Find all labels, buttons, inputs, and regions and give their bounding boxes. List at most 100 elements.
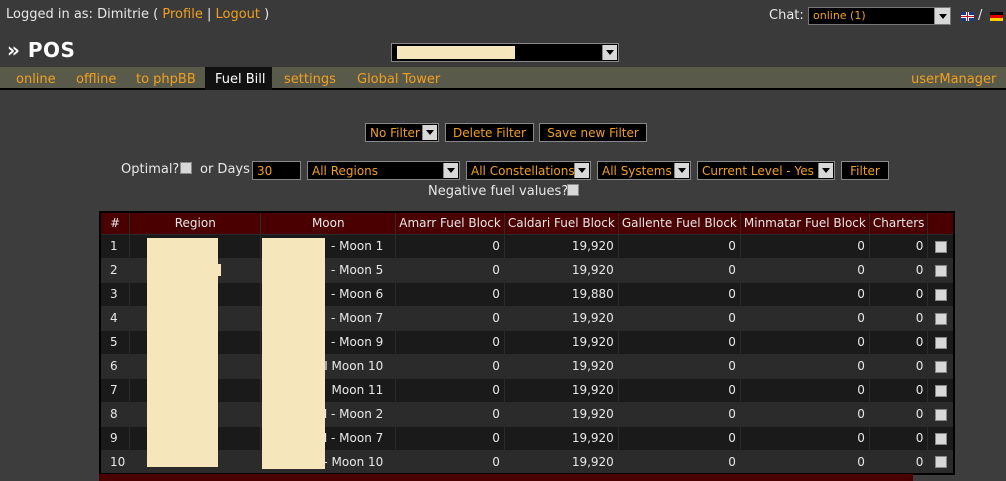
login-suffix: ) [264, 7, 270, 22]
row-amarr: 0 [395, 329, 505, 355]
row-checkbox[interactable] [934, 240, 947, 253]
chat-status-select[interactable]: online (1) [808, 7, 951, 25]
row-checkbox[interactable] [934, 456, 947, 469]
table-row: 4- Moon 7 0 19,920 0 0 0 [99, 305, 955, 331]
chevron-down-icon [934, 8, 950, 24]
nav-user-manager[interactable]: userManager [911, 72, 996, 87]
row-charters: 0 [868, 353, 929, 379]
table-header-row: # Region Moon Amarr Fuel Block Caldari F… [99, 211, 955, 235]
row-gallente: 0 [617, 401, 741, 427]
negative-fuel-checkbox[interactable] [567, 184, 579, 196]
level-value: Current Level - Yes [702, 164, 814, 178]
nav-settings[interactable]: settings [284, 72, 336, 87]
profile-link[interactable]: Profile [162, 7, 202, 22]
days-input[interactable]: 30 [252, 161, 301, 180]
filter-select-value: No Filter [370, 126, 420, 140]
row-amarr: 0 [395, 257, 505, 283]
row-caldari: 19,920 [503, 425, 619, 451]
row-gallente: 0 [617, 305, 741, 331]
row-caldari: 19,920 [503, 401, 619, 427]
row-amarr: 0 [395, 425, 505, 451]
nav-to-phpbb[interactable]: to phpBB [136, 72, 196, 87]
delete-filter-button[interactable]: Delete Filter [445, 123, 534, 142]
col-gallente[interactable]: Gallente Fuel Block [617, 211, 741, 235]
or-days-label: or Days [200, 162, 250, 177]
logout-link[interactable]: Logout [215, 7, 260, 22]
filter-button[interactable]: Filter [841, 161, 889, 180]
row-checkbox[interactable] [934, 288, 947, 301]
nav-offline[interactable]: offline [76, 72, 116, 87]
english-flag-icon[interactable] [961, 12, 974, 21]
row-index: 9 [99, 425, 131, 451]
row-select-cell [927, 257, 955, 283]
row-caldari: 19,920 [503, 353, 619, 379]
row-minmatar: 0 [739, 449, 870, 475]
redacted-block [397, 46, 515, 59]
row-gallente: 0 [617, 329, 741, 355]
row-checkbox[interactable] [934, 312, 947, 325]
regions-select[interactable]: All Regions [307, 161, 460, 180]
row-select-cell [927, 425, 955, 451]
row-minmatar: 0 [739, 329, 870, 355]
redacted-moon-column [262, 238, 325, 469]
col-caldari[interactable]: Caldari Fuel Block [503, 211, 619, 235]
row-checkbox[interactable] [934, 432, 947, 445]
row-caldari: 19,920 [503, 257, 619, 283]
col-region[interactable]: Region [129, 211, 262, 235]
table-row: 10 I - Moon 10 0 19,920 0 0 0 [99, 449, 955, 475]
row-checkbox[interactable] [934, 336, 947, 349]
row-charters: 0 [868, 449, 929, 475]
table-row: 8I - Moon 2 0 19,920 0 0 0 [99, 401, 955, 427]
top-bar: Logged in as: Dimitrie ( Profile | Logou… [0, 0, 1006, 67]
row-gallente: 0 [617, 353, 741, 379]
col-moon[interactable]: Moon [260, 211, 397, 235]
corporation-select[interactable] [391, 43, 619, 62]
row-index: 3 [99, 281, 131, 307]
row-minmatar: 0 [739, 233, 870, 259]
row-select-cell [927, 305, 955, 331]
row-minmatar: 0 [739, 281, 870, 307]
row-amarr: 0 [395, 449, 505, 475]
table-body: 1- Moon 1 0 19,920 0 0 0 2- Moon 5 0 19,920 0 0 0 3-… [99, 233, 955, 475]
col-minmatar[interactable]: Minmatar Fuel Block [739, 211, 870, 235]
row-index: 5 [99, 329, 131, 355]
constellations-value: All Constellations [471, 164, 575, 178]
row-checkbox[interactable] [934, 264, 947, 277]
optimal-checkbox[interactable] [180, 162, 192, 174]
row-caldari: 19,920 [503, 305, 619, 331]
chat-label: Chat: [769, 8, 804, 23]
row-minmatar: 0 [739, 401, 870, 427]
row-charters: 0 [868, 305, 929, 331]
nav-fuel-bill[interactable]: Fuel Bill [215, 72, 266, 87]
row-charters: 0 [868, 257, 929, 283]
row-charters: 0 [868, 233, 929, 259]
col-amarr[interactable]: Amarr Fuel Block [395, 211, 505, 235]
row-checkbox[interactable] [934, 408, 947, 421]
german-flag-icon[interactable] [990, 12, 1003, 21]
row-select-cell [927, 233, 955, 259]
chevron-down-icon [422, 125, 437, 140]
constellations-select[interactable]: All Constellations [466, 161, 591, 180]
filter-select[interactable]: No Filter [365, 123, 439, 142]
table-footer-strip [99, 474, 913, 481]
row-amarr: 0 [395, 401, 505, 427]
table-row: 3- Moon 6 0 19,880 0 0 0 [99, 281, 955, 307]
main-nav: online offline to phpBB Fuel Bill settin… [0, 67, 1006, 90]
row-checkbox[interactable] [934, 384, 947, 397]
row-index: 10 [99, 449, 131, 475]
chevron-down-icon [674, 163, 689, 178]
save-filter-button[interactable]: Save new Filter [539, 123, 647, 142]
row-checkbox[interactable] [934, 360, 947, 373]
level-select[interactable]: Current Level - Yes [697, 161, 835, 180]
nav-global-tower[interactable]: Global Tower [357, 72, 440, 87]
col-charters[interactable]: Charters [868, 211, 929, 235]
row-select-cell [927, 449, 955, 475]
row-index: 4 [99, 305, 131, 331]
nav-online[interactable]: online [16, 72, 56, 87]
language-separator: / [978, 8, 983, 23]
page-title: » POS [7, 38, 76, 62]
systems-select[interactable]: All Systems [597, 161, 691, 180]
table-row: 2- Moon 5 0 19,920 0 0 0 [99, 257, 955, 283]
row-amarr: 0 [395, 281, 505, 307]
row-index: 1 [99, 233, 131, 259]
